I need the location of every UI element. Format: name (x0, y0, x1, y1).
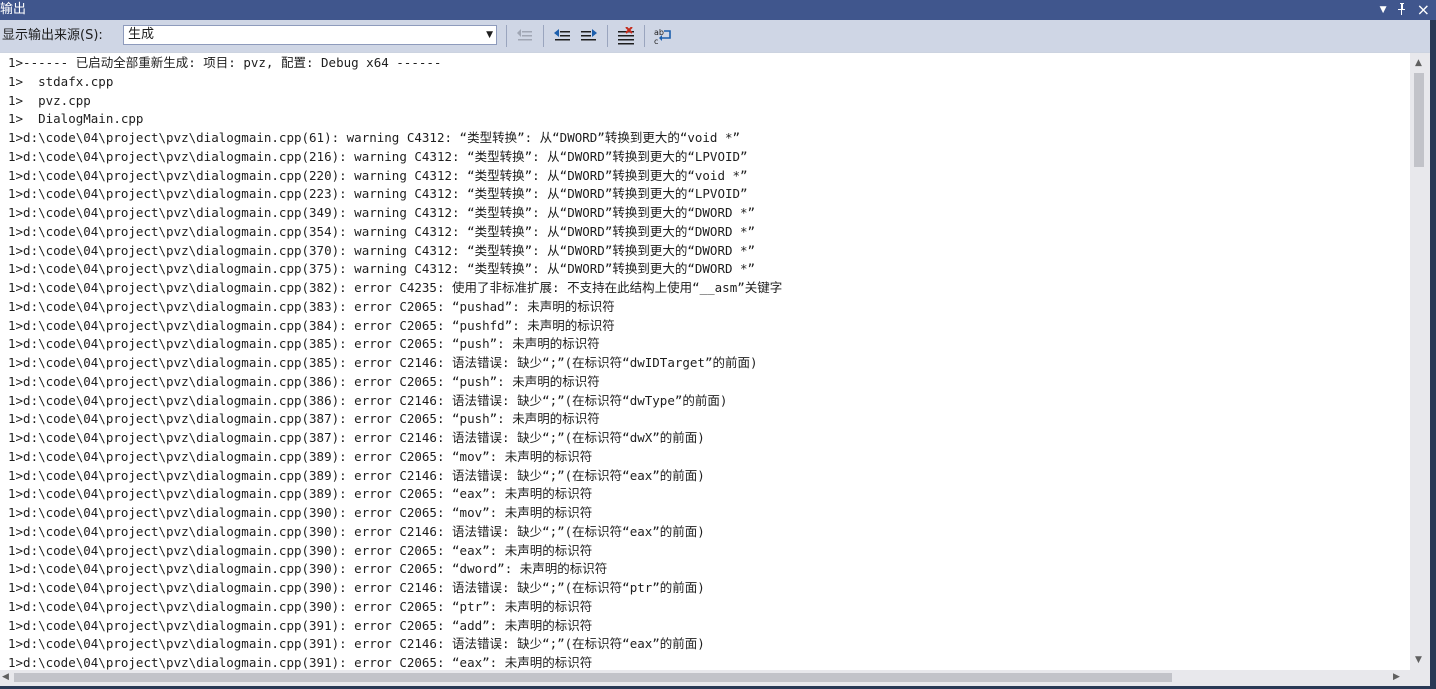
output-line: 1>d:\code\04\project\pvz\dialogmain.cpp(… (8, 598, 593, 614)
output-line: 1>d:\code\04\project\pvz\dialogmain.cpp(… (8, 317, 615, 333)
output-line: 1>d:\code\04\project\pvz\dialogmain.cpp(… (8, 373, 600, 389)
output-toolbar: 显示输出来源(S): 生成 ▼ ab c (0, 20, 1430, 53)
output-line: 1>d:\code\04\project\pvz\dialogmain.cpp(… (8, 430, 705, 445)
toolbar-separator (543, 25, 544, 47)
chevron-down-icon: ▼ (486, 30, 493, 40)
output-line: 1>d:\code\04\project\pvz\dialogmain.cpp(… (8, 186, 748, 202)
output-line: 1>d:\code\04\project\pvz\dialogmain.cpp(… (8, 298, 615, 314)
output-source-value: 生成 (128, 27, 155, 42)
horizontal-scroll-thumb[interactable] (14, 673, 1172, 682)
find-next-button[interactable] (578, 25, 600, 47)
go-to-previous-message-button[interactable] (514, 25, 536, 47)
scroll-left-icon[interactable]: ◀ (2, 672, 9, 682)
scroll-right-icon[interactable]: ▶ (1393, 672, 1400, 682)
scroll-down-icon[interactable]: ▼ (1415, 655, 1422, 665)
toggle-word-wrap-button[interactable]: ab c (652, 25, 674, 47)
scroll-up-icon[interactable]: ▲ (1415, 58, 1422, 68)
output-line: 1>d:\code\04\project\pvz\dialogmain.cpp(… (8, 486, 593, 502)
window-title: 输出 (0, 2, 27, 17)
output-line: 1>d:\code\04\project\pvz\dialogmain.cpp(… (8, 448, 593, 464)
output-line: 1> stdafx.cpp (8, 73, 114, 89)
vertical-scroll-thumb[interactable] (1414, 73, 1424, 167)
output-pane[interactable]: 1>------ 已启动全部重新生成: 项目: pvz, 配置: Debug x… (0, 53, 1410, 670)
output-window-titlebar: 输出 ▼ × (0, 0, 1436, 20)
output-line: 1>d:\code\04\project\pvz\dialogmain.cpp(… (8, 242, 756, 258)
output-line: 1>d:\code\04\project\pvz\dialogmain.cpp(… (8, 205, 756, 220)
output-line: 1>d:\code\04\project\pvz\dialogmain.cpp(… (8, 505, 593, 520)
output-line: 1> pvz.cpp (8, 92, 91, 108)
toggle-word-wrap-icon: ab c (654, 28, 671, 45)
output-line: 1>d:\code\04\project\pvz\dialogmain.cpp(… (8, 561, 608, 577)
output-line: 1>d:\code\04\project\pvz\dialogmain.cpp(… (8, 336, 600, 352)
output-line: 1>d:\code\04\project\pvz\dialogmain.cpp(… (8, 542, 593, 558)
output-line: 1>d:\code\04\project\pvz\dialogmain.cpp(… (8, 580, 705, 595)
show-output-from-label: 显示输出来源(S): (2, 28, 103, 43)
clear-all-button[interactable] (615, 25, 637, 47)
output-line: 1>d:\code\04\project\pvz\dialogmain.cpp(… (8, 261, 756, 277)
output-lines: 1>------ 已启动全部重新生成: 项目: pvz, 配置: Debug x… (8, 54, 782, 670)
output-line: 1>d:\code\04\project\pvz\dialogmain.cpp(… (8, 617, 593, 633)
find-previous-icon (554, 29, 570, 41)
output-line: 1>d:\code\04\project\pvz\dialogmain.cpp(… (8, 167, 748, 183)
pin-icon[interactable] (1397, 3, 1407, 17)
scrollbar-corner (1410, 670, 1430, 686)
output-line: 1>d:\code\04\project\pvz\dialogmain.cpp(… (8, 355, 758, 370)
output-line: 1>d:\code\04\project\pvz\dialogmain.cpp(… (8, 636, 705, 652)
clear-all-icon (618, 27, 634, 45)
find-next-icon (581, 29, 597, 41)
go-to-previous-message-icon (517, 29, 532, 41)
horizontal-scrollbar[interactable]: ◀ ▶ (0, 670, 1410, 686)
window-dropdown-icon[interactable]: ▼ (1380, 4, 1387, 16)
output-line: 1> DialogMain.cpp (8, 111, 144, 127)
find-previous-button[interactable] (551, 25, 573, 47)
output-line: 1>d:\code\04\project\pvz\dialogmain.cpp(… (8, 523, 705, 539)
output-source-dropdown[interactable]: 生成 ▼ (123, 25, 497, 45)
close-icon[interactable]: × (1417, 2, 1430, 18)
output-line: 1>d:\code\04\project\pvz\dialogmain.cpp(… (8, 223, 756, 239)
toolbar-separator (506, 25, 507, 47)
vertical-scrollbar[interactable]: ▲ ▼ (1410, 53, 1430, 670)
output-line: 1>d:\code\04\project\pvz\dialogmain.cpp(… (8, 130, 741, 145)
output-line: 1>d:\code\04\project\pvz\dialogmain.cpp(… (8, 148, 748, 164)
title-icons: ▼ × (1380, 0, 1430, 20)
output-line: 1>d:\code\04\project\pvz\dialogmain.cpp(… (8, 392, 728, 408)
svg-text:c: c (654, 37, 658, 45)
output-line: 1>------ 已启动全部重新生成: 项目: pvz, 配置: Debug x… (8, 55, 442, 70)
output-line: 1>d:\code\04\project\pvz\dialogmain.cpp(… (8, 411, 600, 427)
svg-text:ab: ab (654, 28, 664, 37)
output-line: 1>d:\code\04\project\pvz\dialogmain.cpp(… (8, 280, 783, 295)
toolbar-separator (607, 25, 608, 47)
toolbar-separator (644, 25, 645, 47)
output-line: 1>d:\code\04\project\pvz\dialogmain.cpp(… (8, 655, 593, 670)
output-line: 1>d:\code\04\project\pvz\dialogmain.cpp(… (8, 467, 705, 483)
